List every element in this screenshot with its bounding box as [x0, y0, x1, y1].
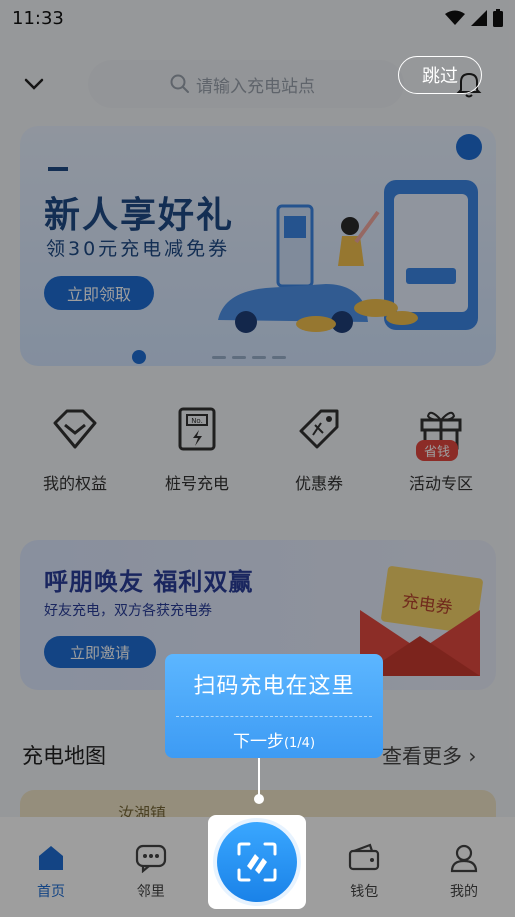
next-step-button[interactable]: 下一步(1/4)	[165, 727, 383, 752]
tooltip-divider	[176, 716, 372, 717]
scan-highlight	[208, 815, 306, 909]
scan-button[interactable]	[217, 822, 297, 902]
next-step-label: 下一步	[232, 732, 284, 752]
tooltip-anchor-dot	[254, 794, 264, 804]
skip-guide-button[interactable]: 跳过	[398, 56, 482, 94]
tooltip-connector	[258, 758, 260, 796]
scan-icon	[237, 842, 277, 882]
step-counter: (1/4)	[283, 736, 316, 751]
guide-tooltip: 扫码充电在这里 下一步(1/4)	[165, 654, 383, 758]
tooltip-title: 扫码充电在这里	[193, 674, 355, 699]
